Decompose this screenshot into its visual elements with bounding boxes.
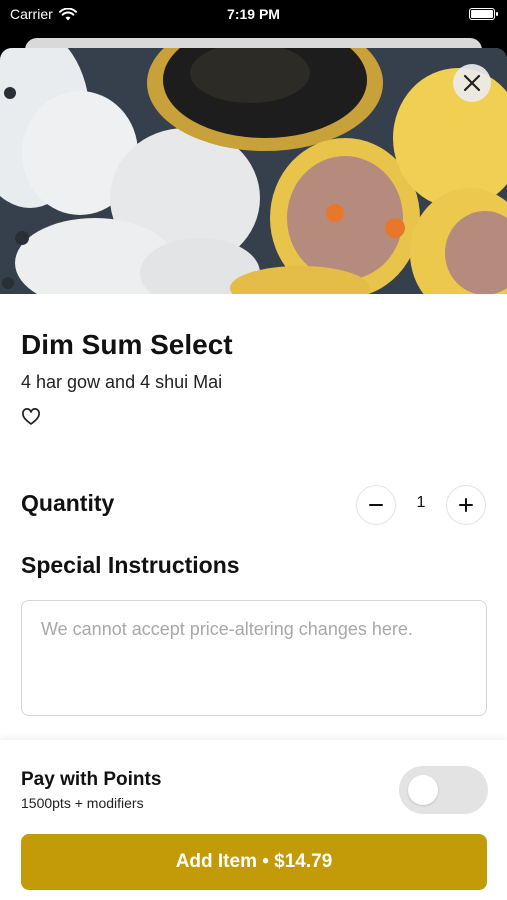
minus-icon <box>369 504 383 506</box>
close-button[interactable] <box>453 64 491 102</box>
special-instructions-input[interactable] <box>21 600 487 716</box>
status-time: 7:19 PM <box>227 6 280 22</box>
bottom-bar: Pay with Points 1500pts + modifiers Add … <box>0 740 507 900</box>
quantity-increase-button[interactable] <box>446 485 486 525</box>
item-detail-sheet: Dim Sum Select 4 har gow and 4 shui Mai … <box>0 48 507 900</box>
dim-sum-photo <box>0 48 507 294</box>
special-instructions-label: Special Instructions <box>21 552 240 578</box>
quantity-decrease-button[interactable] <box>356 485 396 525</box>
item-image <box>0 48 507 294</box>
pay-with-points-subtitle: 1500pts + modifiers <box>21 795 144 811</box>
status-bar: Carrier 7:19 PM <box>0 0 507 34</box>
toggle-knob <box>408 775 438 805</box>
close-icon <box>463 74 481 92</box>
plus-icon <box>459 498 473 512</box>
quantity-label: Quantity <box>21 490 115 516</box>
item-description: 4 har gow and 4 shui Mai <box>21 372 223 392</box>
quantity-value: 1 <box>416 494 426 511</box>
add-item-button[interactable]: Add Item • $14.79 <box>21 834 487 890</box>
pay-with-points-title: Pay with Points <box>21 769 162 790</box>
heart-icon[interactable] <box>21 407 41 427</box>
battery-icon <box>469 8 498 20</box>
pay-with-points-toggle[interactable] <box>399 766 488 814</box>
item-title: Dim Sum Select <box>21 329 233 360</box>
